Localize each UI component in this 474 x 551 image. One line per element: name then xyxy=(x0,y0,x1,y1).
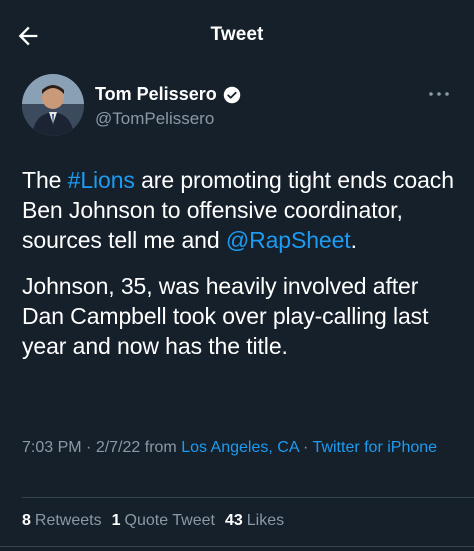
quote-tweets-label: Quote Tweet xyxy=(124,512,215,529)
page-title: Tweet xyxy=(210,24,264,45)
retweets-count: 8 xyxy=(22,512,31,529)
hashtag-link-lions[interactable]: #Lions xyxy=(68,167,135,193)
more-dots-icon xyxy=(429,92,449,96)
tweet-text-segment: The xyxy=(22,167,68,193)
meta-separator: · xyxy=(298,439,313,456)
author-name[interactable]: Tom Pelissero xyxy=(95,84,241,105)
avatar-photo xyxy=(22,74,84,136)
tweet-meta: 7:03 PM · 2/7/22 from Los Angeles, CA · … xyxy=(22,436,458,460)
avatar[interactable] xyxy=(22,74,84,136)
location-link[interactable]: Los Angeles, CA xyxy=(181,439,298,456)
divider xyxy=(0,546,474,547)
author-handle[interactable]: @TomPelissero xyxy=(95,109,214,129)
tweet-paragraph-1: The #Lions are promoting tight ends coac… xyxy=(22,165,458,255)
verified-badge-icon xyxy=(223,86,241,104)
tweet-time[interactable]: 7:03 PM xyxy=(22,439,82,456)
more-options-button[interactable] xyxy=(426,86,452,102)
top-bar: Tweet xyxy=(0,0,474,68)
meta-from: from xyxy=(140,439,182,456)
tweet-date[interactable]: 2/7/22 xyxy=(96,439,140,456)
retweets-label: Retweets xyxy=(34,512,102,529)
tweet-text: The #Lions are promoting tight ends coac… xyxy=(22,165,458,377)
retweets-stat[interactable]: 8 Retweets xyxy=(22,512,102,530)
quote-tweets-count: 1 xyxy=(111,512,121,529)
divider xyxy=(22,497,474,498)
client-link[interactable]: Twitter for iPhone xyxy=(313,439,438,456)
mention-link-rapsheet[interactable]: @RapSheet xyxy=(226,227,351,253)
likes-count: 43 xyxy=(224,512,243,529)
tweet-paragraph-2: Johnson, 35, was heavily involved after … xyxy=(22,273,429,359)
meta-separator: · xyxy=(81,439,96,456)
quote-tweets-stat[interactable]: 1 Quote Tweet xyxy=(112,512,215,530)
author-name-text: Tom Pelissero xyxy=(95,84,217,104)
tweet-text-segment: . xyxy=(350,227,357,253)
likes-label: Likes xyxy=(246,512,285,529)
likes-stat[interactable]: 43 Likes xyxy=(225,512,284,530)
tweet-stats: 8 Retweets 1 Quote Tweet 43 Likes xyxy=(22,512,284,530)
